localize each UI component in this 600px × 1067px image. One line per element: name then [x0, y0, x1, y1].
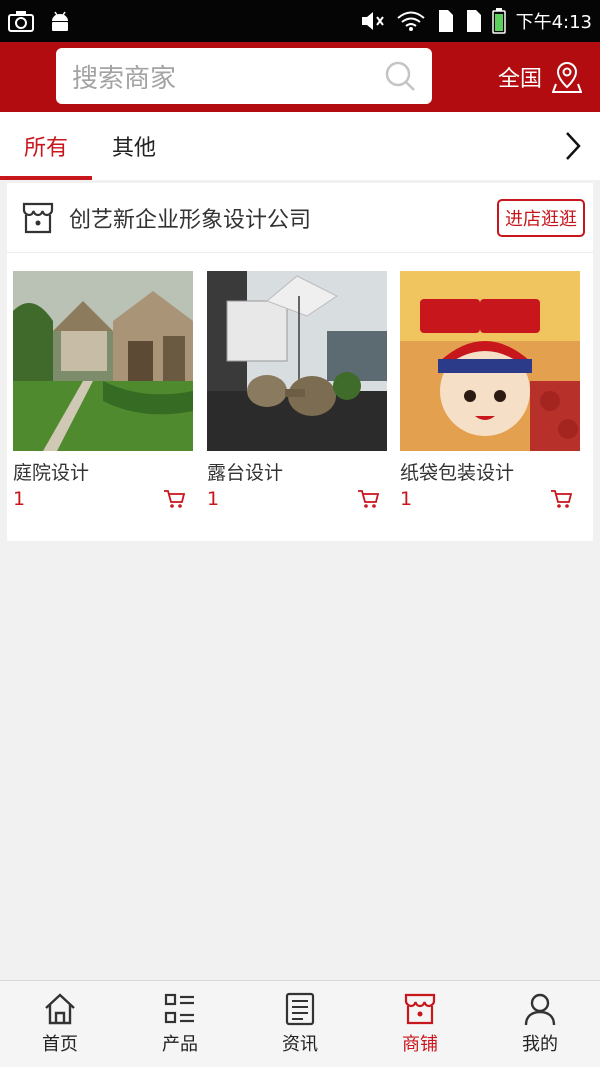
product-name: 纸袋包装设计: [400, 462, 515, 484]
news-icon: [285, 992, 315, 1026]
store-icon: [404, 993, 436, 1025]
enter-shop-button[interactable]: 进店逛逛: [497, 198, 585, 237]
mute-icon: [361, 12, 384, 30]
nav-home[interactable]: 首页: [0, 981, 120, 1067]
nav-shops-label: 商铺: [402, 1034, 438, 1055]
cart-icon[interactable]: [550, 489, 572, 509]
camera-icon: [8, 11, 34, 32]
product-name: 庭院设计: [13, 462, 90, 484]
cart-icon[interactable]: [357, 489, 379, 509]
list-icon: [164, 993, 194, 1024]
region-label: 全国: [497, 67, 542, 92]
bottom-nav: 首页 产品 资讯 商铺 我的: [0, 980, 600, 1067]
shop-header[interactable]: 创艺新企业形象设计公司 进店逛逛: [7, 183, 593, 253]
status-bar: 下午4:13: [0, 0, 600, 42]
nav-products[interactable]: 产品: [120, 981, 240, 1067]
location-icon: [552, 61, 582, 93]
sim-2-icon: [466, 10, 481, 32]
nav-shops[interactable]: 商铺: [360, 981, 480, 1067]
search-placeholder: 搜索商家: [72, 63, 177, 94]
nav-profile[interactable]: 我的: [480, 981, 600, 1067]
nav-home-label: 首页: [42, 1034, 78, 1055]
chevron-right-icon: [566, 132, 581, 160]
user-icon: [524, 993, 556, 1026]
sim-1-icon: [438, 10, 453, 32]
home-icon: [45, 993, 75, 1025]
search-input[interactable]: 搜索商家: [56, 48, 432, 104]
product-name: 露台设计: [207, 462, 284, 484]
product-image-courtyard[interactable]: [13, 271, 193, 451]
store-icon: [22, 202, 54, 233]
nav-profile-label: 我的: [522, 1034, 558, 1055]
product-item[interactable]: 纸袋包装设计 1: [400, 271, 580, 510]
product-item[interactable]: 庭院设计 1: [13, 271, 193, 510]
product-image-paper-bag[interactable]: [400, 271, 580, 451]
wifi-icon: [396, 11, 425, 31]
battery-icon: [491, 8, 506, 34]
search-icon[interactable]: [384, 60, 416, 92]
status-time: 下午4:13: [515, 12, 592, 33]
android-icon: [52, 11, 68, 31]
nav-news-label: 资讯: [282, 1034, 318, 1055]
tabs-next-button[interactable]: [558, 112, 588, 180]
product-item[interactable]: 露台设计 1: [207, 271, 387, 510]
region-selector[interactable]: 全国: [498, 42, 582, 112]
tab-other[interactable]: 其他: [112, 112, 156, 180]
shop-name: 创艺新企业形象设计公司: [69, 207, 312, 233]
product-image-terrace[interactable]: [207, 271, 387, 451]
product-list: 庭院设计 1 露台设计 1 纸袋包装设计 1: [7, 253, 593, 541]
tab-all[interactable]: 所有: [0, 112, 92, 180]
category-tabs: 所有 其他: [0, 112, 600, 180]
header: 搜索商家 全国: [0, 42, 600, 112]
nav-news[interactable]: 资讯: [240, 981, 360, 1067]
cart-icon[interactable]: [163, 489, 185, 509]
nav-products-label: 产品: [162, 1034, 198, 1055]
shop-card: 创艺新企业形象设计公司 进店逛逛 庭院设计 1 露台设计 1 纸袋包装设计 1: [7, 183, 593, 541]
